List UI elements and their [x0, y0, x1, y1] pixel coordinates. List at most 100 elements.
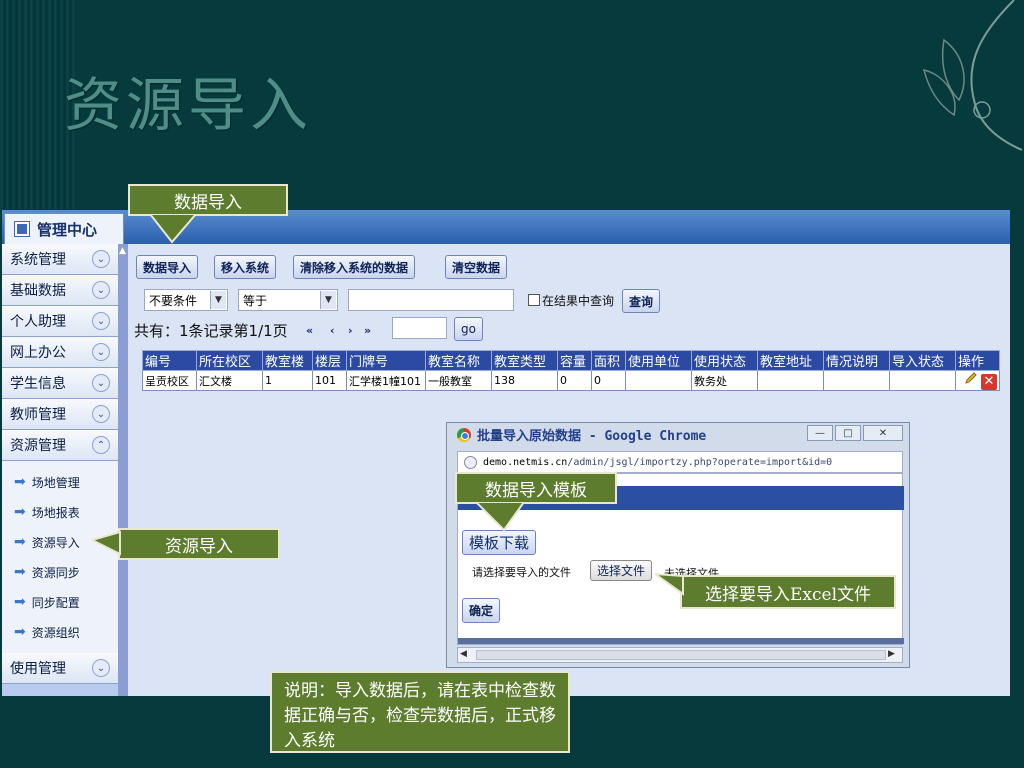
slide-title: 资源导入: [64, 71, 313, 139]
go-button[interactable]: go: [454, 317, 483, 341]
col-address: 教室地址: [757, 350, 824, 371]
chevron-down-icon: ⌄: [92, 250, 110, 268]
chevron-down-icon: ⌄: [92, 281, 110, 299]
col-campus: 所在校区: [196, 350, 263, 371]
chevron-down-icon: ⌄: [92, 374, 110, 392]
callout-pointer: [92, 530, 121, 556]
scroll-thumb[interactable]: [476, 650, 886, 660]
query-button[interactable]: 查询: [622, 289, 661, 313]
arrow-right-icon: ➡: [14, 624, 26, 640]
arrow-right-icon: ➡: [14, 564, 26, 580]
sidebar-item-system[interactable]: 系统管理 ⌄: [2, 244, 118, 275]
minimize-button[interactable]: —: [807, 425, 833, 441]
url-path: /admin/jsgl/importzy.php?operate=import&…: [567, 456, 833, 468]
arrow-right-icon: ➡: [14, 504, 26, 520]
arrow-right-icon: ➡: [14, 474, 26, 490]
callout-pointer: [655, 572, 684, 596]
sidebar-item-resource-management[interactable]: 资源管理 ⌃: [2, 430, 118, 461]
choose-file-label: 请选择要导入的文件: [472, 566, 571, 579]
col-room-name: 教室名称: [425, 350, 492, 371]
in-results-checkbox[interactable]: [528, 294, 540, 306]
clear-all-data-button[interactable]: 清空数据: [445, 255, 508, 279]
tab-label: 管理中心: [37, 220, 98, 239]
last-page-button[interactable]: »: [364, 324, 371, 337]
data-import-button[interactable]: 数据导入: [136, 255, 199, 279]
col-capacity: 容量: [557, 350, 592, 371]
sidebar-item-teacher-management[interactable]: 教师管理 ⌄: [2, 399, 118, 430]
prev-page-button[interactable]: ‹: [330, 324, 335, 337]
sidebar-subitem-resource-org[interactable]: ➡ 资源组织: [2, 617, 118, 647]
sidebar-item-personal-assistant[interactable]: 个人助理 ⌄: [2, 306, 118, 337]
scroll-left-icon[interactable]: ◀: [460, 649, 472, 661]
url-host: demo.netmis.cn: [483, 456, 568, 468]
tab-management-center[interactable]: 管理中心: [4, 213, 124, 244]
clear-moved-data-button[interactable]: 清除移入系统的数据: [293, 255, 416, 279]
delete-icon[interactable]: ✕: [981, 374, 997, 390]
floral-ornament: [922, 0, 1023, 151]
arrow-right-icon: ➡: [14, 534, 26, 550]
address-bar[interactable]: demo.netmis.cn/admin/jsgl/importzy.php?o…: [457, 451, 903, 473]
move-to-system-button[interactable]: 移入系统: [214, 255, 277, 279]
sidebar-item-usage-management[interactable]: 使用管理 ⌄: [2, 653, 118, 684]
table-row: 呈贡校区 汇文楼 1 101 汇学楼1幢101 一般教室 138 0 0 教务处: [142, 370, 1000, 391]
chevron-down-icon: ⌄: [92, 659, 110, 677]
popup-title: 批量导入原始数据 - Google Chrome: [457, 425, 706, 444]
page-number-input[interactable]: [392, 317, 447, 339]
horizontal-scrollbar[interactable]: ◀ ▶: [457, 647, 903, 663]
callout-pointer: [150, 214, 198, 244]
col-actions: 操作: [955, 350, 1000, 371]
monitor-icon: [14, 221, 30, 237]
sidebar-subitem-venue-management[interactable]: ➡ 场地管理: [2, 467, 118, 497]
note-box: 说明：导入数据后，请在表中检查数据正确与否，检查完数据后，正式移入系统: [270, 671, 570, 753]
confirm-button[interactable]: 确定: [462, 598, 501, 623]
chevron-down-icon: ⌄: [92, 405, 110, 423]
col-import-status: 导入状态: [889, 350, 956, 371]
col-status: 使用状态: [691, 350, 758, 371]
operator-select[interactable]: 等于 ▼: [238, 289, 338, 311]
record-summary: 共有：1条记录第1/1页: [134, 322, 288, 340]
page-icon: [464, 455, 477, 469]
callout-choose-excel: 选择要导入Excel文件: [680, 575, 896, 609]
col-floor: 楼层: [312, 350, 347, 371]
chrome-icon: [457, 427, 471, 442]
callout-template: 数据导入模板: [455, 472, 617, 504]
first-page-button[interactable]: «: [306, 324, 313, 337]
callout-data-import: 数据导入: [128, 184, 288, 216]
col-remarks: 情况说明: [823, 350, 890, 371]
filter-value-input[interactable]: [348, 289, 514, 311]
import-popup-window: 批量导入原始数据 - Google Chrome — □ ✕ demo.netm…: [446, 422, 910, 668]
sidebar-subitem-venue-report[interactable]: ➡ 场地报表: [2, 497, 118, 527]
callout-pointer: [476, 502, 526, 532]
maximize-button[interactable]: □: [835, 425, 861, 441]
data-table: 编号 所在校区 教室楼 楼层 门牌号 教室名称 教室类型 容量 面积 使用单位 …: [142, 350, 1000, 391]
col-user-unit: 使用单位: [625, 350, 692, 371]
sidebar-subitem-resource-sync[interactable]: ➡ 资源同步: [2, 557, 118, 587]
template-download-button[interactable]: 模板下载: [462, 530, 537, 555]
edit-pencil-icon[interactable]: [964, 371, 978, 385]
dropdown-arrow-icon: ▼: [210, 291, 226, 309]
condition-select[interactable]: 不要条件 ▼: [144, 289, 228, 311]
next-page-button[interactable]: ›: [348, 324, 353, 337]
sidebar: 系统管理 ⌄ 基础数据 ⌄ 个人助理 ⌄ 网上办公 ⌄ 学生信息 ⌄ 教师管理 ⌄ 资源管理…: [2, 244, 118, 696]
chevron-down-icon: ⌄: [92, 343, 110, 361]
dropdown-arrow-icon: ▼: [320, 291, 336, 309]
col-building: 教室楼: [262, 350, 313, 371]
callout-resource-import: 资源导入: [118, 528, 280, 560]
col-area: 面积: [591, 350, 626, 371]
arrow-right-icon: ➡: [14, 594, 26, 610]
table-header-row: 编号 所在校区 教室楼 楼层 门牌号 教室名称 教室类型 容量 面积 使用单位 …: [142, 350, 1000, 371]
collapse-arrow-icon: ▲: [119, 246, 126, 256]
col-room-no: 门牌号: [346, 350, 426, 371]
col-room-type: 教室类型: [491, 350, 558, 371]
sidebar-splitter[interactable]: ▲: [118, 244, 128, 696]
scroll-right-icon[interactable]: ▶: [888, 649, 900, 661]
choose-file-button[interactable]: 选择文件: [590, 560, 653, 581]
sidebar-subitem-sync-config[interactable]: ➡ 同步配置: [2, 587, 118, 617]
window-controls: — □ ✕: [807, 425, 903, 441]
sidebar-item-student-info[interactable]: 学生信息 ⌄: [2, 368, 118, 399]
close-button[interactable]: ✕: [863, 425, 903, 441]
sidebar-item-basic-data[interactable]: 基础数据 ⌄: [2, 275, 118, 306]
sidebar-item-online-office[interactable]: 网上办公 ⌄: [2, 337, 118, 368]
in-results-label: 在结果中查询: [542, 294, 615, 308]
chevron-up-icon: ⌃: [92, 436, 110, 454]
